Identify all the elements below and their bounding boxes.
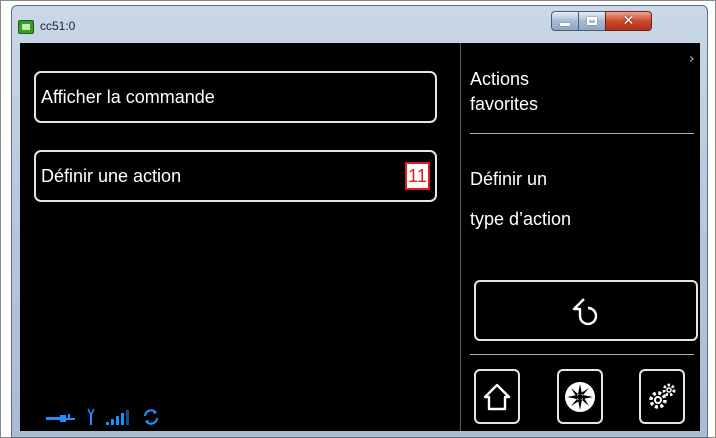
window-title: cc51:0: [40, 19, 76, 33]
minimize-icon: [560, 23, 570, 26]
fan-button[interactable]: [557, 369, 603, 424]
chevron-right-icon[interactable]: ›: [689, 51, 695, 67]
fan-icon: [565, 381, 595, 412]
home-button[interactable]: [474, 369, 520, 424]
panel-description-line-2: type d’action: [470, 209, 572, 229]
panel-description: Définir un type d’action: [470, 159, 571, 239]
maximize-icon: [587, 17, 597, 25]
connection-icon: [46, 414, 75, 422]
panel-title-line-1: Actions: [470, 69, 530, 89]
back-arrow-icon: [572, 297, 598, 325]
close-icon: ✕: [622, 13, 635, 29]
panel-divider-bottom: [470, 354, 694, 355]
panel-title: Actions favorites: [470, 67, 538, 117]
panel-divider-top: [470, 133, 694, 134]
sync-icon: [143, 409, 159, 425]
settings-button[interactable]: [639, 369, 685, 424]
close-button[interactable]: ✕: [605, 11, 652, 31]
panel-divider: [460, 43, 461, 431]
settings-icon: [649, 383, 676, 409]
signal-strength-icon: [106, 410, 129, 425]
title-bar[interactable]: cc51:0 ✕: [12, 6, 707, 42]
application-window: cc51:0 ✕ Afficher la commande Définir un…: [11, 5, 708, 438]
show-command-button[interactable]: Afficher la commande: [34, 71, 437, 123]
antenna-icon: [87, 408, 95, 425]
show-command-label: Afficher la commande: [41, 86, 215, 107]
annotation-badge: 11: [405, 162, 430, 190]
panel-title-line-2: favorites: [470, 94, 539, 114]
app-icon: [18, 20, 34, 34]
define-action-button[interactable]: Définir une action 11: [34, 150, 437, 202]
back-button[interactable]: [474, 280, 698, 341]
panel-description-line-1: Définir un: [470, 169, 548, 189]
device-screen: Afficher la commande Définir une action …: [20, 43, 700, 431]
minimize-button[interactable]: [551, 11, 579, 31]
define-action-label: Définir une action: [41, 165, 182, 186]
screenshot-frame: cc51:0 ✕ Afficher la commande Définir un…: [0, 0, 716, 438]
status-bar: [46, 407, 160, 427]
home-icon: [483, 383, 511, 410]
maximize-button[interactable]: [578, 11, 606, 31]
